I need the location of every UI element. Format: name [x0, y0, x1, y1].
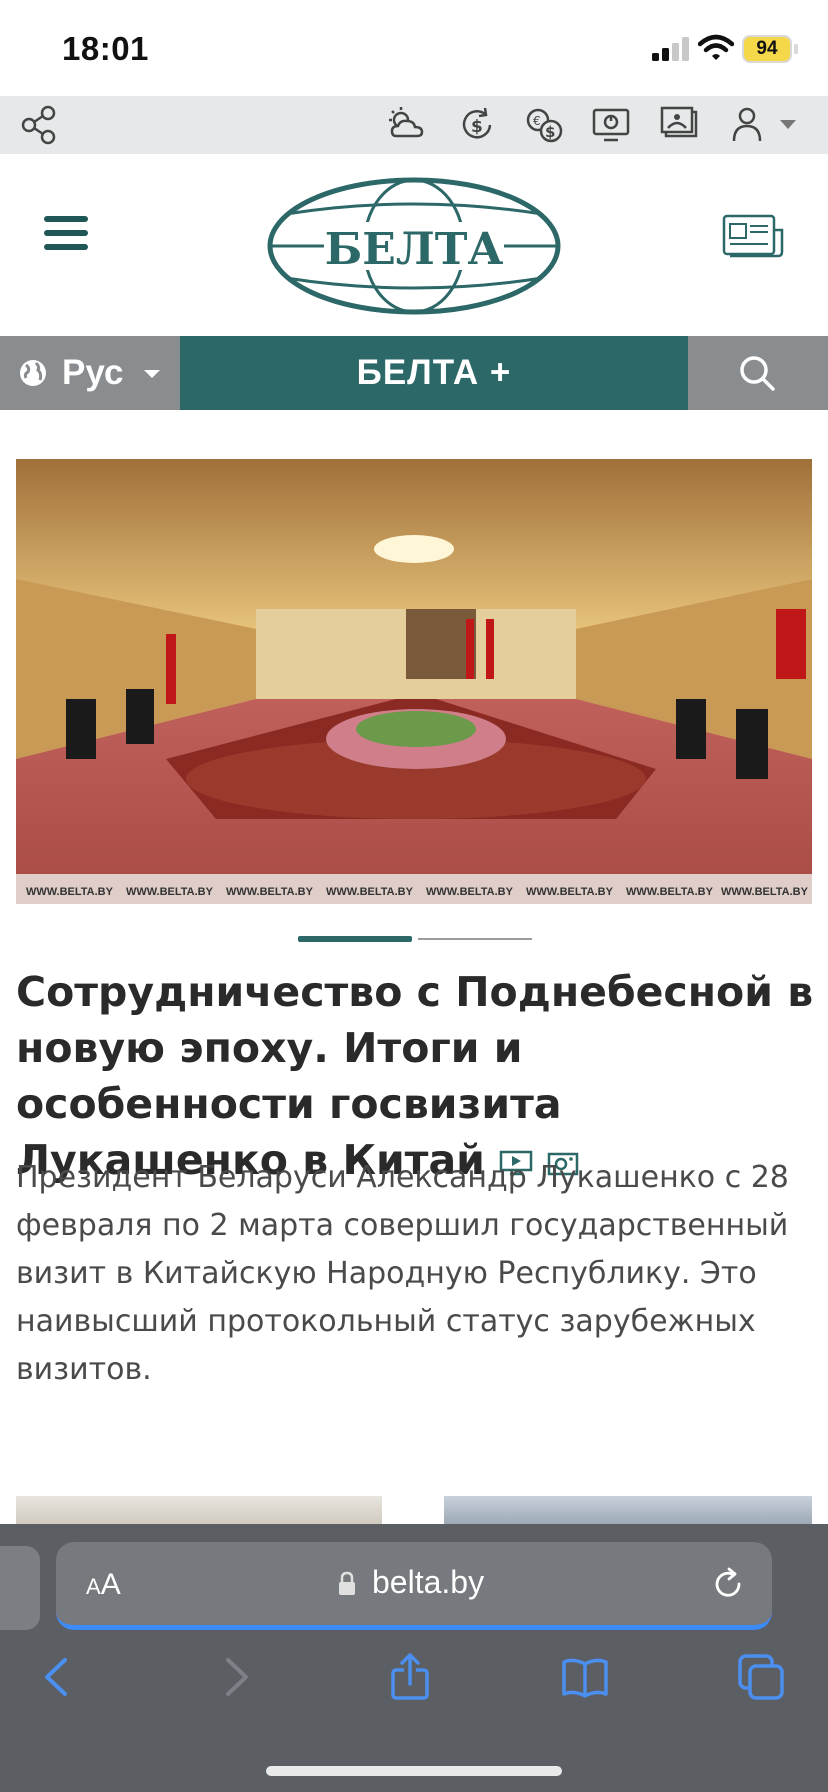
headline-text[interactable]: Сотрудничество с Поднебесной в новую эпо… [16, 968, 813, 1184]
nav-bar: Рус БЕЛТА + [0, 336, 828, 410]
watermark-5: WWW.BELTA.BY [426, 886, 514, 898]
news-card-thumbnail[interactable] [444, 1496, 812, 1526]
watermark-3: WWW.BELTA.BY [226, 886, 314, 898]
share-sheet-icon[interactable] [385, 1652, 435, 1702]
language-label: Рус [62, 353, 124, 392]
exchange-icon[interactable]: $ € [524, 104, 566, 146]
meeting-hall-photo: WWW.BELTA.BY WWW.BELTA.BY WWW.BELTA.BY W… [16, 459, 812, 904]
search-icon [740, 356, 775, 391]
carousel-indicator[interactable] [418, 938, 532, 940]
back-icon[interactable] [33, 1652, 83, 1702]
hamburger-menu-icon[interactable] [44, 216, 88, 252]
watermark-1: WWW.BELTA.BY [26, 886, 114, 898]
article-lead: Президент Беларуси Александр Лукашенко с… [16, 1160, 789, 1387]
chevron-down-icon[interactable] [780, 120, 796, 130]
watermark-8: WWW.BELTA.BY [721, 886, 809, 898]
previous-tab-peek[interactable] [0, 1546, 40, 1630]
site-header: БЕЛТА [0, 154, 828, 336]
tv-icon[interactable] [590, 104, 632, 146]
battery-level: 94 [756, 38, 778, 59]
wifi-icon [698, 34, 734, 60]
forward-icon[interactable] [210, 1652, 260, 1702]
status-time: 18:01 [62, 30, 149, 67]
tabs-icon[interactable] [736, 1652, 786, 1702]
url-text[interactable]: belta.by [372, 1564, 484, 1601]
belta-plus-tab[interactable]: БЕЛТА + [180, 336, 688, 410]
watermark-6: WWW.BELTA.BY [526, 886, 614, 898]
carousel-indicator-active[interactable] [298, 936, 412, 942]
watermark-2: WWW.BELTA.BY [126, 886, 214, 898]
battery-indicator: 94 [742, 35, 792, 63]
news-card-thumbnail[interactable] [16, 1496, 382, 1526]
watermark-4: WWW.BELTA.BY [326, 886, 414, 898]
safari-toolbar: AA belta.by [0, 1524, 828, 1792]
hero-image[interactable]: WWW.BELTA.BY WWW.BELTA.BY WWW.BELTA.BY W… [16, 459, 812, 904]
svg-text:$: $ [471, 117, 483, 137]
svg-text:$: $ [545, 123, 555, 141]
share-icon[interactable] [18, 104, 60, 146]
battery-tip [794, 44, 798, 54]
globe-icon [20, 360, 46, 386]
belta-logo[interactable]: БЕЛТА [266, 176, 562, 316]
utility-toolbar: $ $ € [0, 96, 828, 154]
text-size-button[interactable]: AA [86, 1568, 121, 1602]
lock-icon [339, 1571, 355, 1595]
logo-text: БЕЛТА [325, 224, 504, 275]
reload-icon[interactable] [710, 1566, 746, 1602]
svg-text:€: € [533, 114, 541, 128]
search-button[interactable] [688, 336, 828, 410]
cellular-signal-icon [652, 37, 689, 61]
newspaper-icon[interactable] [722, 214, 784, 260]
watermark-7: WWW.BELTA.BY [626, 886, 714, 898]
weather-icon[interactable] [386, 104, 428, 146]
home-indicator [266, 1766, 562, 1776]
language-selector[interactable]: Рус [0, 336, 180, 410]
photo-icon[interactable] [658, 104, 700, 146]
address-bar[interactable]: AA belta.by [56, 1542, 772, 1630]
currency-icon[interactable]: $ [456, 104, 498, 146]
bookmarks-icon[interactable] [560, 1652, 610, 1702]
caret-down-icon [144, 370, 160, 378]
user-icon[interactable] [726, 104, 768, 146]
status-bar: 18:01 94 [0, 0, 828, 96]
